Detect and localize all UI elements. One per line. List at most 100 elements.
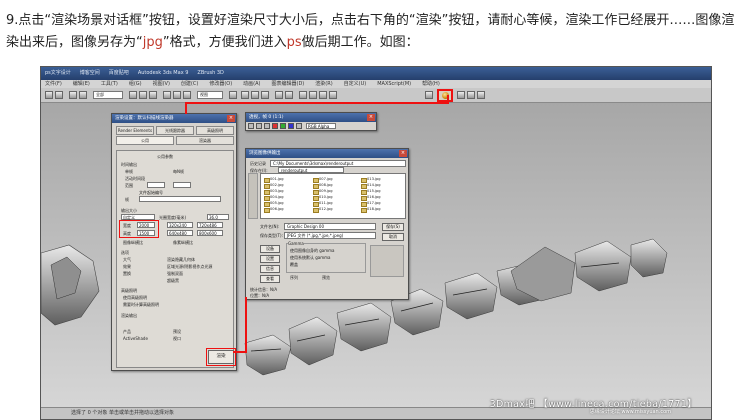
file-item[interactable]: 008.jpg bbox=[313, 183, 333, 188]
clone-window-icon[interactable] bbox=[264, 123, 270, 129]
render-hidden-checkbox[interactable]: 渲染隐藏几何体 bbox=[167, 257, 195, 262]
save-button[interactable]: 保存(S) bbox=[382, 223, 404, 231]
devices-button[interactable]: 设备 bbox=[260, 245, 280, 253]
copy-image-icon[interactable] bbox=[256, 123, 262, 129]
menu-item[interactable]: 渲染(R) bbox=[315, 81, 332, 87]
rotate-icon[interactable] bbox=[173, 91, 181, 99]
reference-coord-select[interactable]: 视图 bbox=[197, 91, 223, 99]
rectangle-selection-icon[interactable] bbox=[149, 91, 157, 99]
area-lights-checkbox[interactable]: 区域光源/阴影视作点光源 bbox=[167, 264, 212, 269]
title-tab[interactable]: 博客空间 bbox=[80, 67, 100, 80]
force-2sided-checkbox[interactable]: 强制双面 bbox=[167, 271, 183, 276]
filename-input[interactable]: Graphic Design 00 bbox=[284, 223, 376, 230]
setup-button[interactable]: 设置 bbox=[260, 255, 280, 263]
file-item[interactable]: 006.jpg bbox=[264, 207, 284, 212]
tab-advanced-lighting[interactable]: 高级照明 bbox=[196, 126, 234, 135]
atmospherics-checkbox[interactable]: 大气 bbox=[123, 257, 131, 262]
render-frame-icon[interactable] bbox=[457, 91, 465, 99]
alpha-channel-icon[interactable] bbox=[296, 123, 302, 129]
material-editor-icon[interactable] bbox=[329, 91, 337, 99]
red-channel-icon[interactable] bbox=[272, 123, 278, 129]
file-item[interactable]: 018.jpg bbox=[361, 207, 381, 212]
frames-input[interactable] bbox=[139, 196, 221, 202]
file-item[interactable]: 013.jpg bbox=[361, 177, 381, 182]
file-item[interactable]: 005.jpg bbox=[264, 201, 284, 206]
file-item[interactable]: 010.jpg bbox=[313, 195, 333, 200]
file-list[interactable]: 001.jpg 002.jpg 003.jpg 004.jpg 005.jpg … bbox=[260, 173, 406, 219]
move-icon[interactable] bbox=[163, 91, 171, 99]
menu-item[interactable]: 组(G) bbox=[129, 81, 142, 87]
single-frame-radio[interactable]: 单帧 bbox=[125, 169, 133, 174]
tab-renderer[interactable]: 渲染器 bbox=[176, 136, 234, 145]
title-tab[interactable]: ps文字设计 bbox=[45, 67, 71, 80]
history-select[interactable]: C:\My Documents\3dsmax\renderoutput bbox=[270, 160, 406, 167]
image-gamma-radio[interactable]: 使用图像自身的 gamma bbox=[290, 248, 335, 253]
title-tab[interactable]: Autodesk 3ds Max 9 bbox=[138, 67, 189, 80]
compute-advanced-checkbox[interactable]: 需要时计算高级照明 bbox=[123, 302, 159, 307]
close-icon[interactable]: × bbox=[367, 114, 375, 121]
preset-size-button[interactable]: 320x240 bbox=[167, 222, 193, 228]
menu-item[interactable]: 视图(V) bbox=[153, 81, 170, 87]
mirror-icon[interactable] bbox=[275, 91, 283, 99]
file-item[interactable]: 001.jpg bbox=[264, 177, 284, 182]
select-by-name-icon[interactable] bbox=[139, 91, 147, 99]
file-item[interactable]: 002.jpg bbox=[264, 183, 284, 188]
file-item[interactable]: 012.jpg bbox=[313, 207, 333, 212]
close-icon[interactable]: × bbox=[227, 115, 235, 122]
selection-filter-select[interactable]: 全部 bbox=[93, 91, 123, 99]
places-bar[interactable] bbox=[248, 173, 258, 219]
effects-checkbox[interactable]: 效果 bbox=[123, 264, 131, 269]
link-icon[interactable] bbox=[69, 91, 77, 99]
title-tab[interactable]: ZBrush 3D bbox=[197, 67, 223, 80]
activeshade-radio[interactable]: ActiveShade bbox=[123, 336, 148, 341]
menu-item[interactable]: 自定义(U) bbox=[344, 81, 367, 87]
range-end-input[interactable] bbox=[173, 182, 191, 188]
scale-icon[interactable] bbox=[183, 91, 191, 99]
file-item[interactable]: 014.jpg bbox=[361, 183, 381, 188]
sequence-checkbox[interactable]: 序列 bbox=[290, 275, 298, 280]
active-segment-radio[interactable]: 活动时间段 bbox=[125, 176, 145, 181]
preview-checkbox[interactable]: 预览 bbox=[322, 275, 330, 280]
title-tab[interactable]: 百度贴吧 bbox=[109, 67, 129, 80]
snap-icon[interactable] bbox=[241, 91, 249, 99]
every-n-frames-field[interactable]: 每N帧 bbox=[173, 169, 184, 174]
quick-render-icon[interactable] bbox=[467, 91, 475, 99]
frames-field[interactable]: 帧 bbox=[125, 197, 129, 202]
view-button[interactable]: 查看 bbox=[260, 275, 280, 283]
menu-item[interactable]: 创建(C) bbox=[181, 81, 198, 87]
pivot-icon[interactable] bbox=[229, 91, 237, 99]
production-radio[interactable]: 产品 bbox=[123, 329, 131, 334]
schematic-view-icon[interactable] bbox=[319, 91, 327, 99]
use-advanced-checkbox[interactable]: 使用高级照明 bbox=[123, 295, 147, 300]
align-icon[interactable] bbox=[285, 91, 293, 99]
file-item[interactable]: 009.jpg bbox=[313, 189, 333, 194]
menu-item[interactable]: 图表编辑器(D) bbox=[272, 81, 305, 87]
aperture-input[interactable]: 36.0 bbox=[207, 214, 229, 220]
file-item[interactable]: 004.jpg bbox=[264, 195, 284, 200]
tab-common[interactable]: 公用 bbox=[116, 136, 174, 145]
menu-item[interactable]: 文件(F) bbox=[45, 81, 62, 87]
tab-render-elements[interactable]: Render Elements bbox=[116, 126, 154, 135]
file-item[interactable]: 017.jpg bbox=[361, 201, 381, 206]
tab-raytracer[interactable]: 光线跟踪器 bbox=[156, 126, 194, 135]
percent-snap-icon[interactable] bbox=[261, 91, 269, 99]
file-item[interactable]: 007.jpg bbox=[313, 177, 333, 182]
menu-item[interactable]: 编辑(E) bbox=[73, 81, 90, 87]
menu-item[interactable]: 动画(A) bbox=[243, 81, 260, 87]
super-black-checkbox[interactable]: 超级黑 bbox=[167, 278, 179, 283]
blue-channel-icon[interactable] bbox=[288, 123, 294, 129]
file-item[interactable]: 011.jpg bbox=[313, 201, 333, 206]
menu-item[interactable]: 修改器(O) bbox=[209, 81, 232, 87]
displacement-checkbox[interactable]: 置换 bbox=[123, 271, 131, 276]
file-type-select[interactable]: JPEG 文件 (*.jpg,*.jpe,*.jpeg) bbox=[284, 232, 376, 239]
system-gamma-radio[interactable]: 使用系统默认 gamma bbox=[290, 255, 331, 260]
channel-select[interactable]: RGB Alpha bbox=[306, 123, 336, 129]
override-radio[interactable]: 覆盖 bbox=[290, 262, 298, 267]
save-image-icon[interactable] bbox=[248, 123, 254, 129]
file-item[interactable]: 003.jpg bbox=[264, 189, 284, 194]
preset-size-button[interactable]: 640x480 bbox=[167, 230, 193, 236]
info-button[interactable]: 信息 bbox=[260, 265, 280, 273]
unlink-icon[interactable] bbox=[79, 91, 87, 99]
preset-size-button[interactable]: 800x600 bbox=[197, 230, 223, 236]
render-setup-icon[interactable] bbox=[425, 91, 433, 99]
